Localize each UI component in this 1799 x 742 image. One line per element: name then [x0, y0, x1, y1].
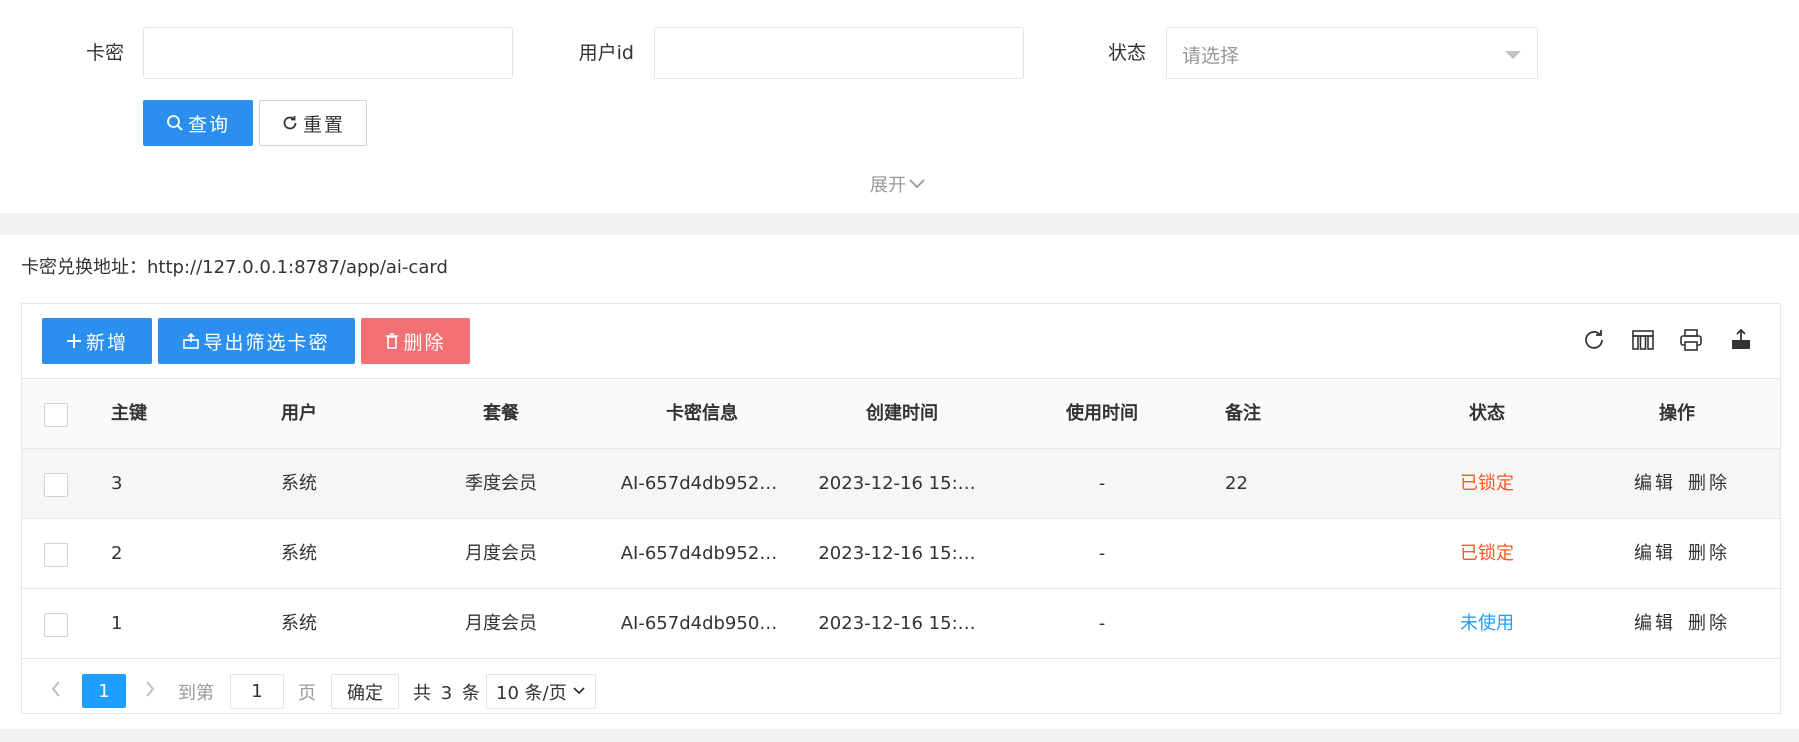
user-id-input[interactable]	[654, 27, 1024, 79]
add-button[interactable]: 新增	[42, 318, 152, 364]
row-delete-link[interactable]: 删除	[1688, 473, 1730, 494]
print-icon[interactable]	[1677, 326, 1705, 354]
status-select-placeholder: 请选择	[1182, 45, 1240, 67]
cell-card-info: AI-657d4db952…	[620, 543, 778, 564]
cell-used-time: -	[1098, 473, 1106, 494]
bulk-delete-button-label: 删除	[403, 331, 446, 354]
trash-icon	[386, 333, 399, 349]
current-page[interactable]: 1	[82, 674, 126, 708]
add-button-label: 新增	[85, 331, 128, 354]
header-card-info: 卡密信息	[666, 403, 738, 424]
table-row[interactable]: 1 系统 月度会员 AI-657d4db950… 2023-12-16 15:……	[22, 589, 1780, 659]
cell-plan: 季度会员	[465, 473, 537, 494]
cell-actions: 编辑 删除	[1607, 589, 1757, 659]
reset-button-label: 重置	[302, 113, 345, 136]
expand-label: 展开	[870, 175, 906, 196]
cell-used-time: -	[1098, 543, 1106, 564]
columns-icon[interactable]	[1629, 326, 1657, 354]
header-id: 主键	[111, 403, 147, 424]
table-row[interactable]: 3 系统 季度会员 AI-657d4db952… 2023-12-16 15:……	[22, 449, 1780, 519]
cell-id: 1	[111, 613, 123, 634]
table-toolbar: 新增 导出筛选卡密 删除	[22, 304, 1780, 379]
expand-toggle[interactable]: 展开	[870, 171, 926, 197]
cell-id: 3	[111, 473, 123, 494]
row-edit-link[interactable]: 编辑	[1634, 473, 1676, 494]
cell-status: 未使用	[1460, 613, 1514, 634]
header-user: 用户	[281, 403, 317, 424]
cell-actions: 编辑 删除	[1607, 519, 1757, 589]
page-unit-label: 页	[298, 683, 316, 704]
cell-plan: 月度会员	[465, 543, 537, 564]
prev-page-icon[interactable]	[42, 672, 70, 706]
plus-icon	[66, 334, 81, 348]
header-plan: 套餐	[483, 403, 519, 424]
pagination: 1 到第 页 确定 共 3 条 10 条/页	[22, 662, 1780, 714]
row-edit-link[interactable]: 编辑	[1634, 613, 1676, 634]
cell-status: 已锁定	[1460, 473, 1514, 494]
export-button-label: 导出筛选卡密	[203, 331, 330, 354]
total-count: 共 3 条	[413, 683, 482, 704]
cell-created-time: 2023-12-16 15:…	[818, 473, 976, 494]
search-panel: 卡密 用户id 状态 请选择 查询 重置 展开	[0, 0, 1799, 213]
export-button[interactable]: 导出筛选卡密	[158, 318, 355, 364]
header-note: 备注	[1225, 403, 1261, 424]
status-select[interactable]: 请选择	[1166, 27, 1538, 79]
bulk-delete-button[interactable]: 删除	[361, 318, 470, 364]
row-delete-link[interactable]: 删除	[1688, 543, 1730, 564]
status-label: 状态	[1107, 42, 1146, 64]
cell-plan: 月度会员	[465, 613, 537, 634]
search-icon	[167, 115, 183, 131]
header-status: 状态	[1469, 403, 1505, 424]
cell-used-time: -	[1098, 613, 1106, 634]
reset-button[interactable]: 重置	[259, 100, 367, 146]
table-row[interactable]: 2 系统 月度会员 AI-657d4db952… 2023-12-16 15:……	[22, 519, 1780, 589]
data-table: 新增 导出筛选卡密 删除 主键 用户 套餐 卡密信息 创建时间 使用时间 备注 …	[21, 303, 1781, 714]
cell-actions: 编辑 删除	[1607, 449, 1757, 519]
cell-created-time: 2023-12-16 15:…	[818, 543, 976, 564]
refresh-icon	[283, 116, 297, 130]
row-checkbox[interactable]	[44, 613, 68, 637]
row-checkbox[interactable]	[44, 543, 68, 567]
goto-page-input[interactable]	[230, 674, 284, 709]
redeem-address: 卡密兑换地址：http://127.0.0.1:8787/app/ai-card	[21, 257, 448, 278]
header-used-time: 使用时间	[1066, 403, 1138, 424]
cell-id: 2	[111, 543, 123, 564]
header-actions: 操作	[1659, 403, 1695, 424]
cell-user: 系统	[281, 613, 317, 634]
query-button[interactable]: 查询	[143, 100, 253, 146]
cell-user: 系统	[281, 543, 317, 564]
chevron-down-icon	[573, 687, 585, 695]
card-input[interactable]	[143, 27, 513, 79]
next-page-icon[interactable]	[136, 672, 164, 706]
table-header: 主键 用户 套餐 卡密信息 创建时间 使用时间 备注 状态 操作	[22, 379, 1780, 449]
row-edit-link[interactable]: 编辑	[1634, 543, 1676, 564]
export-icon[interactable]	[1727, 326, 1755, 354]
main-panel: 卡密兑换地址：http://127.0.0.1:8787/app/ai-card…	[0, 235, 1799, 729]
cell-user: 系统	[281, 473, 317, 494]
header-created-time: 创建时间	[866, 403, 938, 424]
cell-card-info: AI-657d4db950…	[620, 613, 778, 634]
caret-down-icon	[1505, 51, 1521, 59]
row-checkbox[interactable]	[44, 473, 68, 497]
cell-created-time: 2023-12-16 15:…	[818, 613, 976, 634]
refresh-icon[interactable]	[1580, 326, 1608, 354]
select-all-checkbox[interactable]	[44, 403, 68, 427]
export-icon	[183, 333, 200, 349]
user-id-label: 用户id	[578, 42, 634, 64]
card-label: 卡密	[85, 42, 124, 64]
cell-card-info: AI-657d4db952…	[620, 473, 778, 494]
row-delete-link[interactable]: 删除	[1688, 613, 1730, 634]
query-button-label: 查询	[187, 113, 230, 136]
goto-label: 到第	[178, 683, 214, 704]
page-size-value: 10 条/页	[496, 682, 567, 704]
cell-status: 已锁定	[1460, 543, 1514, 564]
cell-note: 22	[1225, 473, 1248, 494]
goto-confirm-button[interactable]: 确定	[331, 674, 399, 709]
page-size-select[interactable]: 10 条/页	[486, 674, 596, 709]
chevron-down-icon	[909, 179, 925, 189]
